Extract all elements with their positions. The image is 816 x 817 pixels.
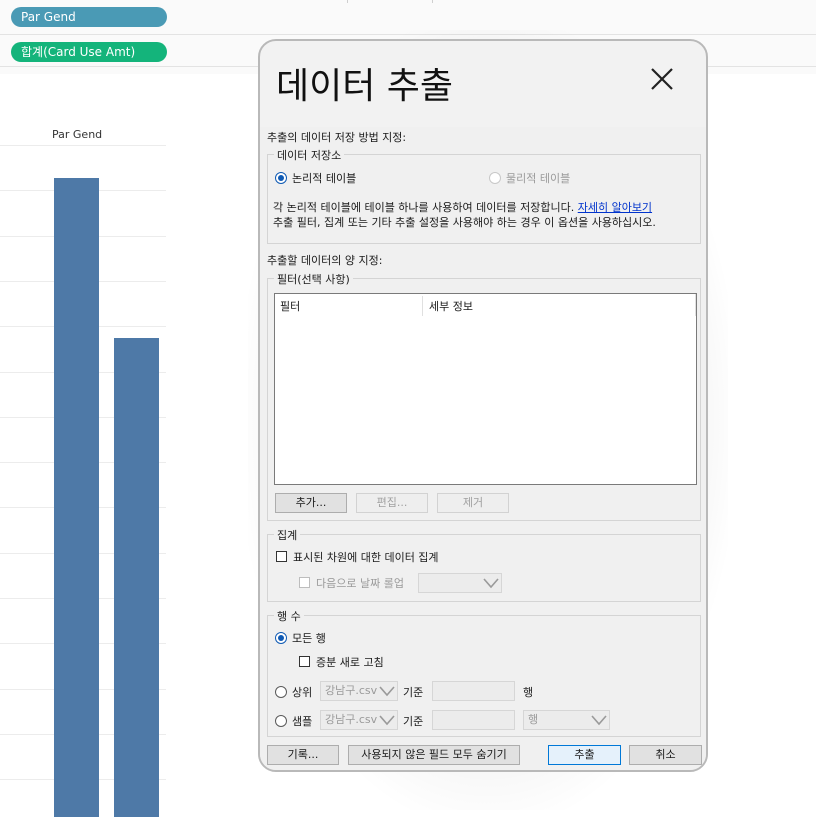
columns-pill[interactable]: Par Gend [11, 7, 167, 27]
sample-unit-select[interactable]: 행 [523, 710, 610, 730]
rollup-select[interactable] [418, 573, 502, 593]
extract-button[interactable]: 추출 [548, 745, 621, 765]
storage-group: 데이터 저장소 논리적 테이블 물리적 테이블 각 논리적 테이블에 테이블 하… [267, 147, 701, 244]
storage-group-title: 데이터 저장소 [274, 147, 345, 163]
cancel-button[interactable]: 취소 [629, 745, 702, 765]
chevron-down-icon [379, 715, 395, 726]
chevron-down-icon [379, 686, 395, 697]
radio-top-label: 상위 [292, 686, 313, 699]
shelf-divider [347, 0, 348, 3]
aggregation-group: 집계 표시된 차원에 대한 데이터 집계 다음으로 날짜 롤업 [267, 527, 701, 602]
filter-list[interactable]: 필터 세부 정보 [274, 293, 697, 485]
column-divider [695, 294, 696, 316]
filter-group: 필터(선택 사항) 필터 세부 정보 추가... 편집... 제거 [267, 271, 701, 521]
chart-gridline [0, 145, 166, 146]
radio-logical-label: 논리적 테이블 [292, 172, 357, 185]
rows-pill[interactable]: 합계(Card Use Amt) [11, 42, 167, 62]
radio-physical[interactable] [489, 172, 501, 184]
sample-table-select[interactable]: 강남구.csv [320, 710, 398, 730]
storage-description-line2: 추출 필터, 집계 또는 기타 추출 설정을 사용해야 하는 경우 이 옵션을 … [273, 216, 656, 229]
hide-unused-fields-button[interactable]: 사용되지 않은 필드 모두 숨기기 [348, 745, 520, 765]
radio-physical-label: 물리적 테이블 [506, 172, 571, 185]
radio-all-rows[interactable] [275, 632, 287, 644]
top-table-select[interactable]: 강남구.csv [320, 681, 398, 701]
dialog-title: 데이터 추출 [276, 66, 454, 107]
add-filter-button[interactable]: 추가... [275, 493, 347, 513]
sample-count-input[interactable] [432, 710, 515, 730]
top-basis-label: 기준 [403, 686, 424, 699]
rollup-checkbox-label: 다음으로 날짜 롤업 [316, 577, 404, 590]
description-text: 각 논리적 테이블에 테이블 하나를 사용하여 데이터를 저장합니다. [273, 201, 575, 214]
sample-unit-value: 행 [528, 713, 539, 726]
column-divider [422, 296, 423, 316]
radio-sample-label: 샘플 [292, 715, 313, 728]
rows-group: 행 수 모든 행 증분 새로 고침 상위 강남구.csv 기준 행 샘플 강남구… [267, 608, 701, 737]
radio-top[interactable] [275, 686, 287, 698]
aggregate-checkbox[interactable] [276, 551, 287, 562]
radio-all-rows-label: 모든 행 [292, 632, 326, 645]
rollup-checkbox[interactable] [299, 577, 310, 588]
chart-bar[interactable] [54, 178, 99, 817]
radio-sample[interactable] [275, 715, 287, 727]
sample-basis-label: 기준 [403, 715, 424, 728]
sample-table-value: 강남구.csv [325, 713, 378, 726]
chart-column-header: Par Gend [52, 128, 103, 141]
close-icon[interactable] [646, 63, 678, 95]
incremental-refresh-checkbox[interactable] [299, 656, 310, 667]
aggregate-checkbox-label: 표시된 차원에 대한 데이터 집계 [293, 551, 439, 564]
edit-filter-button[interactable]: 편집... [356, 493, 428, 513]
chevron-down-icon [483, 578, 499, 589]
rows-group-title: 행 수 [274, 608, 304, 624]
history-button[interactable]: 기록... [267, 745, 339, 765]
learn-more-link[interactable]: 자세히 알아보기 [578, 201, 652, 214]
chevron-down-icon [591, 715, 607, 726]
top-table-value: 강남구.csv [325, 684, 378, 697]
dialog-body: 추출의 데이터 저장 방법 지정: 데이터 저장소 논리적 테이블 물리적 테이… [260, 127, 706, 770]
aggregation-group-title: 집계 [274, 527, 301, 543]
storage-description-line1: 각 논리적 테이블에 테이블 하나를 사용하여 데이터를 저장합니다. 자세히 … [273, 199, 652, 215]
incremental-refresh-label: 증분 새로 고침 [316, 656, 384, 669]
chart-bar[interactable] [114, 337, 159, 817]
details-column-header[interactable]: 세부 정보 [429, 298, 473, 314]
filter-column-header[interactable]: 필터 [280, 298, 300, 314]
storage-heading: 추출의 데이터 저장 방법 지정: [267, 131, 407, 144]
top-row-unit: 행 [523, 686, 534, 699]
amount-heading: 추출할 데이터의 양 지정: [267, 254, 383, 267]
radio-logical[interactable] [275, 172, 287, 184]
top-count-input[interactable] [432, 681, 515, 701]
filter-group-title: 필터(선택 사항) [274, 271, 353, 287]
shelf-divider [432, 0, 433, 3]
extract-dialog: 데이터 추출 추출의 데이터 저장 방법 지정: 데이터 저장소 논리적 테이블… [258, 39, 708, 772]
remove-filter-button[interactable]: 제거 [437, 493, 509, 513]
